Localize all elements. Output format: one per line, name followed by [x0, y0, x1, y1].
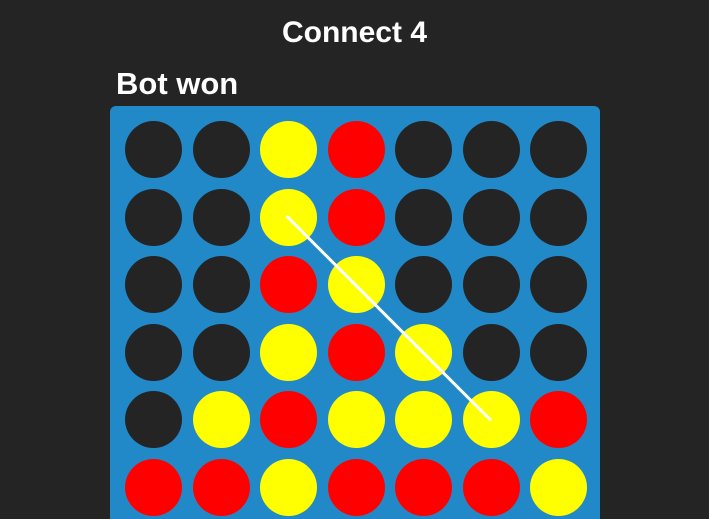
board-cell-empty[interactable]	[192, 188, 250, 246]
board-cell-yellow[interactable]	[327, 256, 385, 313]
board-cell-empty[interactable]	[462, 121, 520, 178]
board-cell-empty[interactable]	[125, 188, 182, 246]
board-cell-yellow[interactable]	[395, 391, 452, 448]
board-cell-empty[interactable]	[125, 256, 182, 313]
board-cell-yellow[interactable]	[260, 188, 317, 246]
board-cell-empty[interactable]	[395, 256, 452, 313]
board-cell-red[interactable]	[192, 458, 250, 516]
board-cell-red[interactable]	[530, 391, 587, 448]
board-cell-empty[interactable]	[530, 256, 587, 313]
board-cell-empty[interactable]	[125, 391, 182, 448]
board-cell-empty[interactable]	[192, 323, 250, 381]
board-cell-empty[interactable]	[462, 323, 520, 381]
board-cell-red[interactable]	[260, 256, 317, 313]
board-cell-red[interactable]	[327, 188, 385, 246]
board-cell-empty[interactable]	[462, 188, 520, 246]
board-cell-yellow[interactable]	[260, 458, 317, 516]
board-cell-red[interactable]	[125, 458, 182, 516]
board-cell-yellow[interactable]	[260, 121, 317, 178]
board-cell-empty[interactable]	[192, 256, 250, 313]
board-cell-red[interactable]	[462, 458, 520, 516]
game-status: Bot won	[116, 66, 239, 101]
board-cell-yellow[interactable]	[462, 391, 520, 448]
board-cell-yellow[interactable]	[395, 323, 452, 381]
board-cell-empty[interactable]	[395, 121, 452, 178]
board-cell-empty[interactable]	[192, 121, 250, 178]
board-cell-yellow[interactable]	[327, 391, 385, 448]
game-board[interactable]	[110, 106, 600, 519]
board-cell-empty[interactable]	[530, 323, 587, 381]
board-cell-empty[interactable]	[395, 188, 452, 246]
board-cell-empty[interactable]	[462, 256, 520, 313]
board-cell-red[interactable]	[327, 323, 385, 381]
board-cell-red[interactable]	[327, 121, 385, 178]
game-screen: Connect 4 Bot won	[0, 0, 709, 519]
board-cell-empty[interactable]	[125, 121, 182, 178]
board-cell-yellow[interactable]	[192, 391, 250, 448]
board-cell-red[interactable]	[260, 391, 317, 448]
board-cell-empty[interactable]	[530, 121, 587, 178]
board-cell-red[interactable]	[395, 458, 452, 516]
board-cell-yellow[interactable]	[260, 323, 317, 381]
board-cell-empty[interactable]	[125, 323, 182, 381]
board-cell-yellow[interactable]	[530, 458, 587, 516]
board-cell-empty[interactable]	[530, 188, 587, 246]
board-cell-red[interactable]	[327, 458, 385, 516]
game-title: Connect 4	[281, 16, 428, 49]
